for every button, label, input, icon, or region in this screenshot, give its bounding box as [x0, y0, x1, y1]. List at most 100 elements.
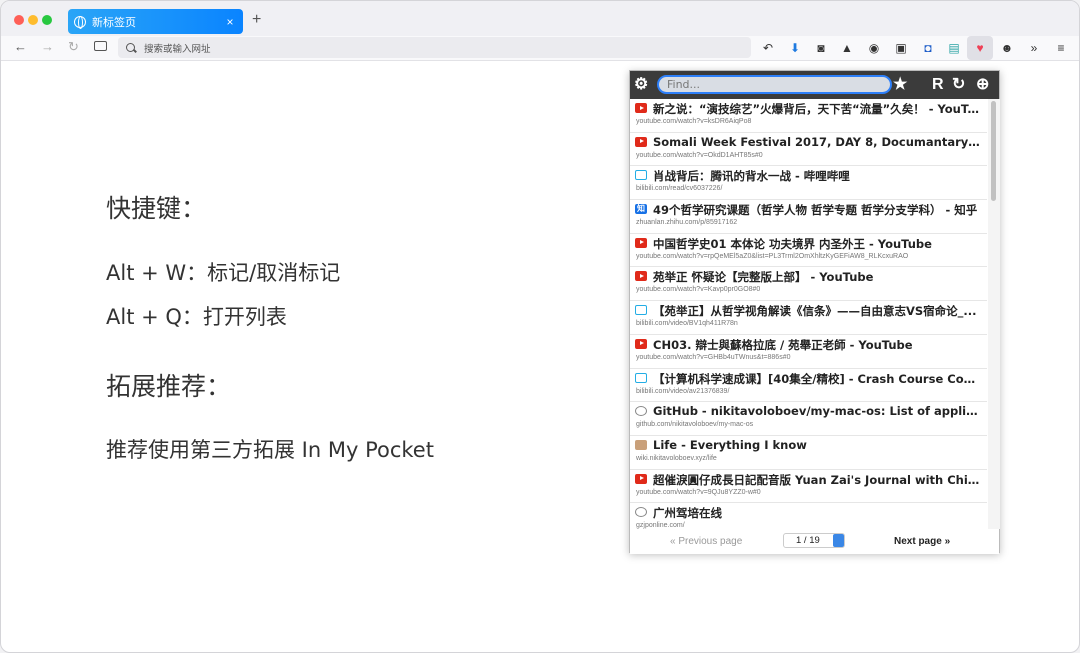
- sidebar-icon[interactable]: [94, 41, 107, 51]
- scrollbar-thumb[interactable]: [991, 101, 996, 201]
- item-title: 广州驾培在线: [653, 506, 722, 521]
- nav-bar: ← → ↻ 搜索或输入网址 ↶ ⬇ ◙ ▲ ◉ ▣ ◘ ▤ ♥ ☻ » ≡: [1, 36, 1079, 61]
- item-url: zhuanlan.zhihu.com/p/85917162: [636, 219, 738, 227]
- search-icon: [126, 43, 135, 52]
- bilibili-icon: [635, 305, 647, 316]
- youtube-icon: [635, 103, 647, 113]
- minimize-window-button[interactable]: [28, 15, 38, 25]
- shortcut-list: Alt + Q：打开列表: [106, 305, 287, 329]
- previous-page-link[interactable]: « Previous page: [670, 536, 742, 547]
- saved-items-list: 新之说：“演技综艺”火爆背后，天下苦“流量”久矣！ - YouTube youtu…: [630, 99, 987, 529]
- item-url: youtube.com/watch?v=ksDR6AiqPo8: [636, 118, 752, 125]
- browser-window: 新标签页 × + ← → ↻ 搜索或输入网址 ↶ ⬇ ◙ ▲ ◉ ▣ ◘ ▤ ♥…: [0, 0, 1080, 653]
- new-tab-button[interactable]: +: [252, 11, 261, 29]
- star-icon[interactable]: ★: [893, 75, 907, 95]
- item-title: GitHub - nikitavoloboev/my-mac-os: List …: [653, 404, 983, 419]
- back-icon[interactable]: ←: [14, 39, 27, 54]
- next-page-link[interactable]: Next page »: [894, 536, 950, 547]
- wiki-icon: [635, 439, 647, 450]
- recommend-text: 推荐使用第三方拓展 In My Pocket: [106, 438, 434, 462]
- close-tab-icon[interactable]: ×: [223, 15, 237, 29]
- overflow-icon[interactable]: »: [1026, 40, 1042, 56]
- add-icon[interactable]: ⊕: [976, 75, 989, 95]
- item-url: bilibili.com/video/av21376839/: [636, 387, 730, 395]
- item-title: 【苑举正】从哲学视角解读《信条》——自由意志VS宿命论_...: [653, 304, 977, 319]
- list-item[interactable]: GitHub - nikitavoloboev/my-mac-os: List …: [630, 402, 987, 436]
- youtube-icon: [635, 473, 647, 484]
- list-item[interactable]: 【苑举正】从哲学视角解读《信条》——自由意志VS宿命论_... bilibili.…: [630, 301, 987, 335]
- random-icon[interactable]: R: [932, 75, 944, 95]
- item-url: gzjponline.com/: [636, 522, 685, 529]
- list-item[interactable]: Somali Week Festival 2017, DAY 8, Documa…: [630, 133, 987, 167]
- camera-icon[interactable]: ◙: [813, 40, 829, 56]
- forward-icon[interactable]: →: [41, 39, 54, 54]
- list-item[interactable]: 苑举正 怀疑论【完整版上部】 - YouTube youtube.com/watc…: [630, 267, 987, 302]
- item-url: youtube.com/watch?v=GHBb4uTWnus&t=886s#0: [636, 353, 791, 361]
- spinner-icon: [833, 534, 844, 547]
- pocket-button[interactable]: ♥: [967, 36, 993, 60]
- zhihu-icon: 知: [635, 204, 647, 215]
- circle-icon[interactable]: ◉: [866, 40, 882, 56]
- page-select[interactable]: 1 / 19: [783, 533, 845, 548]
- url-bar[interactable]: 搜索或输入网址: [118, 37, 751, 58]
- github-icon: [635, 406, 647, 417]
- download-icon[interactable]: ⬇: [787, 40, 803, 56]
- close-window-button[interactable]: [14, 15, 24, 25]
- item-title: Life - Everything I know: [653, 437, 807, 452]
- item-title: 肖战背后：腾讯的背水一战 - 哔哩哔哩: [653, 169, 850, 184]
- item-url: youtube.com/watch?v=OkdD1AHT85s#0: [636, 151, 763, 159]
- menu-icon[interactable]: ≡: [1053, 40, 1069, 56]
- url-placeholder: 搜索或输入网址: [144, 43, 211, 55]
- zoom-window-button[interactable]: [42, 15, 52, 25]
- bilibili-icon: [635, 170, 647, 181]
- list-item[interactable]: 广州驾培在线 gzjponline.com/: [630, 503, 987, 529]
- youtube-icon: [635, 237, 647, 248]
- list-item[interactable]: 肖战背后：腾讯的背水一战 - 哔哩哔哩 bilibili.com/read/cv6…: [630, 166, 987, 201]
- item-url: bilibili.com/video/BV1qh411R78n: [636, 320, 738, 328]
- heading-recommend: 拓展推荐：: [106, 372, 232, 401]
- list-item[interactable]: 知 49个哲学研究课题（哲学人物 哲学专题 哲学分支学科） - 知乎 zhuanla…: [630, 200, 987, 234]
- pagination: « Previous page 1 / 19 Next page »: [630, 529, 999, 554]
- tab-new-tab[interactable]: 新标签页 ×: [68, 9, 243, 34]
- item-url: youtube.com/watch?v=9QJu8YZZ0-w#0: [636, 488, 761, 496]
- list-item[interactable]: CH03. 辯士與蘇格拉底 / 苑舉正老師 - YouTube youtube.c…: [630, 335, 987, 369]
- item-title: 49个哲学研究课题（哲学人物 哲学专题 哲学分支学科） - 知乎: [653, 203, 978, 218]
- shield-icon[interactable]: ◘: [920, 40, 936, 56]
- heading-shortcuts: 快捷键：: [106, 194, 207, 223]
- pocket-icon: ♥: [976, 41, 984, 55]
- window-icon[interactable]: ▣: [893, 40, 909, 56]
- youtube-icon: [635, 338, 647, 349]
- list-item[interactable]: 超催淚圓仔成長日記配音版 Yuan Zai's Journal with Chi…: [630, 470, 987, 504]
- reload-icon[interactable]: ↻: [68, 39, 79, 55]
- list-item[interactable]: Life - Everything I know wiki.nikitavolob…: [630, 436, 987, 470]
- item-title: 新之说：“演技综艺”火爆背后，天下苦“流量”久矣！ - YouTube: [653, 102, 983, 116]
- find-input[interactable]: Find...: [657, 75, 892, 94]
- tab-bar: 新标签页 × +: [1, 1, 1079, 36]
- panda-icon[interactable]: ☻: [999, 40, 1015, 56]
- pocket-popup: ⚙ Find... ★ R ↻ ⊕ 新之说：“演技综艺”火爆背后，天下苦“流量”…: [629, 70, 1000, 554]
- gear-icon[interactable]: ⚙: [634, 75, 648, 95]
- item-url: youtube.com/watch?v=Kavp0pr0GO8#0: [636, 286, 761, 294]
- item-url: wiki.nikitavoloboev.xyz/life: [636, 454, 717, 462]
- github-icon: [635, 507, 647, 518]
- popup-header: ⚙ Find... ★ R ↻ ⊕: [630, 71, 999, 99]
- bilibili-icon: [635, 372, 647, 383]
- shortcut-mark: Alt + W：标记/取消标记: [106, 261, 341, 285]
- item-title: 【计算机科学速成课】[40集全/精校] - Crash Course Compu…: [653, 371, 983, 386]
- item-title: 超催淚圓仔成長日記配音版 Yuan Zai's Journal with Chi…: [653, 472, 983, 487]
- list-item[interactable]: 新之说：“演技综艺”火爆背后，天下苦“流量”久矣！ - YouTube youtu…: [630, 99, 987, 133]
- youtube-icon: [635, 271, 647, 282]
- item-title: 中国哲学史01 本体论 功夫境界 内圣外王 - YouTube: [653, 236, 932, 251]
- list-item[interactable]: 【计算机科学速成课】[40集全/精校] - Crash Course Compu…: [630, 369, 987, 403]
- tab-title: 新标签页: [92, 16, 136, 29]
- rocket-icon[interactable]: ▲: [839, 40, 855, 56]
- refresh-icon[interactable]: ↻: [952, 75, 965, 95]
- globe-icon: [74, 15, 86, 29]
- save-icon[interactable]: ▤: [946, 40, 962, 56]
- page-select-value: 1 / 19: [796, 535, 820, 546]
- item-url: bilibili.com/read/cv6037226/: [636, 185, 723, 193]
- item-url: github.com/nikitavoloboev/my-mac-os: [636, 421, 754, 429]
- scrollbar[interactable]: [988, 99, 1000, 529]
- undo-icon[interactable]: ↶: [760, 40, 776, 56]
- list-item[interactable]: 中国哲学史01 本体论 功夫境界 内圣外王 - YouTube youtube.c…: [630, 234, 987, 268]
